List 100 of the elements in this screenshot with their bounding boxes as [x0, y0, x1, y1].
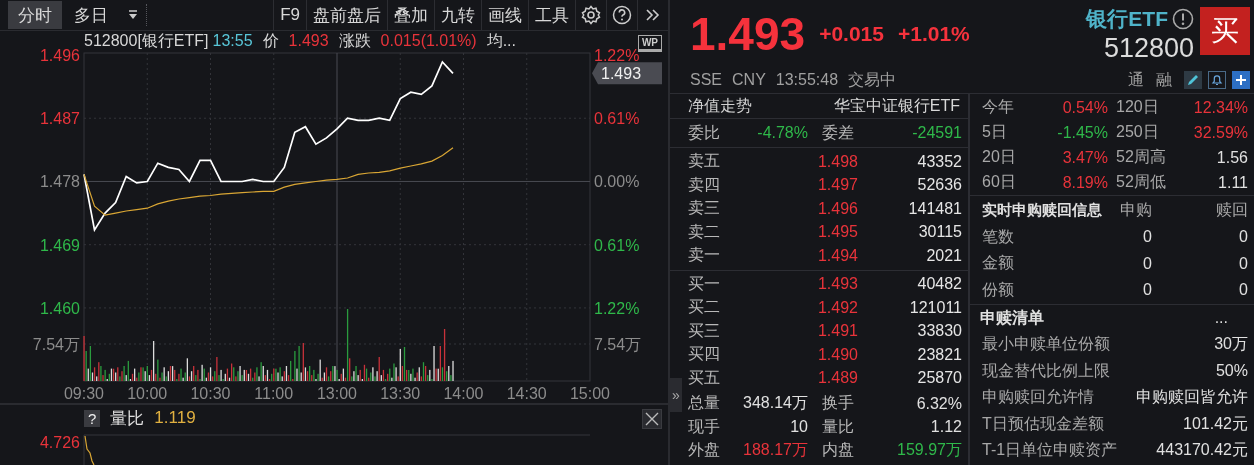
wp-button[interactable]: WP: [637, 35, 662, 52]
order-level-label: 买一: [688, 273, 721, 294]
x-axis-label: 15:00: [570, 385, 610, 402]
order-price: 1.497: [816, 176, 858, 195]
stat-value: 1.12: [929, 418, 962, 437]
row-value: 0: [1238, 228, 1248, 247]
list-label: 申购赎回允许情: [982, 387, 1094, 408]
trading-status: 交易中: [848, 69, 897, 90]
exchange-label: SSE: [690, 71, 722, 89]
period-label: 今年: [982, 97, 1015, 117]
order-volume: 25870: [916, 369, 962, 388]
stat-value: -24591: [911, 124, 962, 142]
stat-value: 159.97万: [896, 440, 962, 461]
list-label: 最小申赎单位份额: [982, 334, 1110, 355]
indicator-name: 量比: [110, 407, 145, 430]
double-chevron-icon[interactable]: [645, 7, 661, 23]
order-level-label: 买五: [688, 367, 721, 388]
row-value: 0: [1238, 254, 1248, 273]
percent-change: +1.01%: [897, 22, 970, 46]
expand-tab[interactable]: »: [670, 378, 682, 412]
toolbar-button[interactable]: 叠加: [387, 0, 434, 30]
toolbar-button[interactable]: F9: [273, 0, 306, 30]
order-price: 1.491: [816, 322, 858, 341]
time-label: 13:55: [212, 32, 253, 50]
security-name: 512800[银行ETF]: [84, 30, 209, 51]
toolbar-button[interactable]: 工具: [528, 0, 575, 30]
price-tag: 1.493: [592, 62, 662, 85]
period-return: 3.47%: [1061, 148, 1108, 167]
x-axis-label: 13:30: [380, 385, 421, 402]
y-axis-label: 4.726: [39, 434, 80, 451]
row-label: 份额: [982, 279, 1015, 300]
order-volume: 2021: [925, 246, 962, 265]
list-value: 申购赎回皆允许: [1136, 387, 1248, 408]
view-tab[interactable]: 分时: [8, 1, 62, 29]
x-axis-label: 14:00: [443, 385, 484, 402]
plus-icon[interactable]: [1232, 71, 1250, 89]
period-label: 250日: [1115, 122, 1160, 142]
order-level-label: 买二: [688, 297, 721, 318]
row-label: 金额: [982, 253, 1015, 274]
row-value: 0: [1142, 228, 1152, 247]
percent-axis-label: 0.61%: [594, 110, 640, 128]
x-axis-label: 09:30: [64, 385, 104, 402]
list-value: 50%: [1215, 362, 1248, 381]
more-button[interactable]: ...: [1214, 309, 1228, 327]
period-label: 60日: [982, 172, 1017, 192]
y-axis-label: 1.460: [39, 299, 80, 317]
period-return: 0.54%: [1061, 98, 1108, 117]
help-icon[interactable]: [612, 5, 632, 25]
view-tab[interactable]: 多日: [64, 1, 118, 29]
order-level-label: 买三: [688, 320, 721, 341]
stat-value: -4.78%: [756, 124, 808, 142]
period-return: 12.34%: [1192, 98, 1248, 117]
column-header: 赎回: [1215, 199, 1248, 220]
close-icon[interactable]: [642, 409, 662, 429]
section-title: 申赎清单: [980, 307, 1044, 328]
price-change: +0.015: [819, 22, 884, 46]
period-label: 20日: [982, 147, 1017, 167]
order-price: 1.495: [816, 223, 858, 242]
row-value: 0: [1142, 281, 1152, 300]
order-volume: 23821: [916, 345, 962, 364]
order-level-label: 买四: [688, 344, 721, 365]
buy-button[interactable]: 买: [1200, 7, 1250, 55]
toolbar-button[interactable]: 九转: [434, 0, 481, 30]
order-level-label: 卖一: [688, 245, 721, 266]
order-level-label: 卖四: [688, 174, 721, 195]
settings-icon[interactable]: [581, 5, 601, 25]
change-label: 涨跌: [338, 30, 371, 51]
pencil-icon[interactable]: [1184, 71, 1202, 89]
order-level-label: 卖五: [688, 151, 721, 172]
ratio-line: [84, 435, 95, 465]
stat-label: 换手: [821, 393, 855, 414]
list-value: 101.42元: [1183, 413, 1248, 434]
order-price: 1.490: [816, 345, 858, 364]
period-label: 120日: [1115, 97, 1160, 117]
bell-icon[interactable]: [1208, 71, 1226, 89]
list-label: 现金替代比例上限: [982, 360, 1110, 381]
info-icon[interactable]: [1172, 8, 1194, 30]
order-level-label: 卖二: [688, 221, 721, 242]
row-value: 0: [1142, 254, 1152, 273]
dropdown-icon[interactable]: [128, 9, 138, 21]
column-header: 申购: [1119, 199, 1152, 220]
price-value: 1.493: [288, 32, 329, 50]
toolbar-button[interactable]: 盘前盘后: [306, 0, 387, 30]
x-axis-label: 10:30: [190, 385, 231, 402]
list-label: T日预估现金差额: [982, 413, 1104, 434]
list-label: T-1日单位申赎资产: [982, 440, 1118, 461]
order-volume: 33830: [916, 322, 962, 341]
help-button[interactable]: ?: [84, 409, 101, 427]
order-price: 1.494: [816, 246, 858, 265]
currency-label: CNY: [732, 71, 766, 89]
indicator-value: 1.119: [154, 408, 196, 428]
toolbar-button[interactable]: 画线: [481, 0, 528, 30]
y-axis-label: 1.478: [39, 173, 80, 191]
period-label: 5日: [982, 122, 1008, 142]
change-value: 0.015(1.01%): [380, 32, 477, 50]
stat-value: 10: [789, 418, 808, 437]
average-label: 均...: [486, 30, 516, 51]
volume-axis-label: 7.54万: [594, 336, 642, 353]
order-volume: 30115: [917, 223, 962, 242]
y-axis-label: 1.487: [39, 110, 80, 128]
